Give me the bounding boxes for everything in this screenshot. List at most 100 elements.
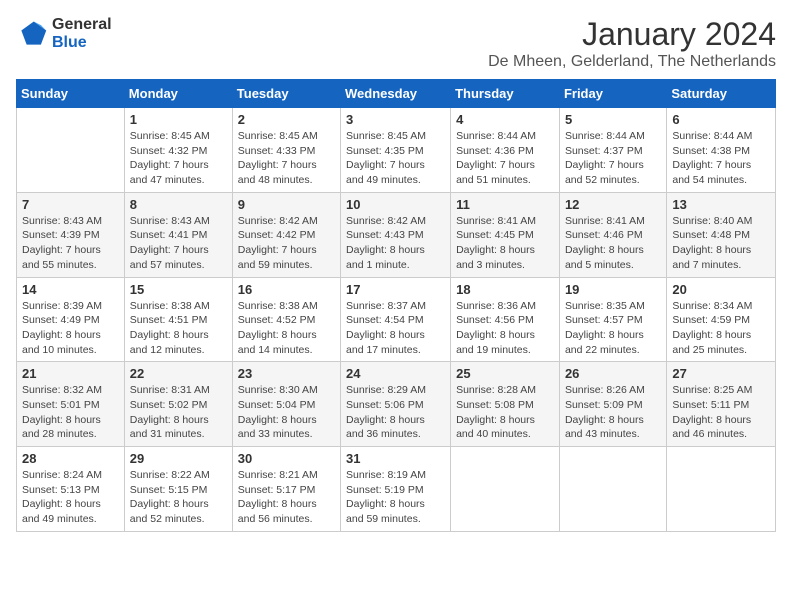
day-detail: Sunrise: 8:32 AMSunset: 5:01 PMDaylight:… <box>22 383 119 442</box>
day-number: 18 <box>456 282 554 297</box>
day-detail: Sunrise: 8:45 AMSunset: 4:35 PMDaylight:… <box>346 129 445 188</box>
day-cell: 17 Sunrise: 8:37 AMSunset: 4:54 PMDayligh… <box>341 277 451 362</box>
day-cell: 11 Sunrise: 8:41 AMSunset: 4:45 PMDayligh… <box>451 192 560 277</box>
day-number: 3 <box>346 112 445 127</box>
day-number: 17 <box>346 282 445 297</box>
day-detail: Sunrise: 8:29 AMSunset: 5:06 PMDaylight:… <box>346 383 445 442</box>
day-cell: 24 Sunrise: 8:29 AMSunset: 5:06 PMDayligh… <box>341 362 451 447</box>
day-detail: Sunrise: 8:45 AMSunset: 4:32 PMDaylight:… <box>130 129 227 188</box>
day-detail: Sunrise: 8:36 AMSunset: 4:56 PMDaylight:… <box>456 299 554 358</box>
day-number: 5 <box>565 112 661 127</box>
day-cell: 26 Sunrise: 8:26 AMSunset: 5:09 PMDayligh… <box>559 362 666 447</box>
day-cell: 13Sunrise: 8:40 AMSunset: 4:48 PMDayligh… <box>667 192 776 277</box>
day-cell: 31 Sunrise: 8:19 AMSunset: 5:19 PMDayligh… <box>341 447 451 532</box>
day-detail: Sunrise: 8:19 AMSunset: 5:19 PMDaylight:… <box>346 468 445 527</box>
day-detail: Sunrise: 8:28 AMSunset: 5:08 PMDaylight:… <box>456 383 554 442</box>
day-detail: Sunrise: 8:41 AMSunset: 4:45 PMDaylight:… <box>456 214 554 273</box>
day-detail: Sunrise: 8:25 AMSunset: 5:11 PMDaylight:… <box>672 383 770 442</box>
weekday-header-monday: Monday <box>124 80 232 108</box>
day-number: 4 <box>456 112 554 127</box>
day-number: 16 <box>238 282 335 297</box>
day-detail: Sunrise: 8:45 AMSunset: 4:33 PMDaylight:… <box>238 129 335 188</box>
day-detail: Sunrise: 8:37 AMSunset: 4:54 PMDaylight:… <box>346 299 445 358</box>
day-detail: Sunrise: 8:22 AMSunset: 5:15 PMDaylight:… <box>130 468 227 527</box>
day-cell: 15 Sunrise: 8:38 AMSunset: 4:51 PMDayligh… <box>124 277 232 362</box>
day-number: 24 <box>346 366 445 381</box>
day-cell: 18 Sunrise: 8:36 AMSunset: 4:56 PMDayligh… <box>451 277 560 362</box>
day-detail: Sunrise: 8:39 AMSunset: 4:49 PMDaylight:… <box>22 299 119 358</box>
day-detail: Sunrise: 8:31 AMSunset: 5:02 PMDaylight:… <box>130 383 227 442</box>
weekday-header-thursday: Thursday <box>451 80 560 108</box>
day-number: 2 <box>238 112 335 127</box>
day-number: 15 <box>130 282 227 297</box>
week-row-1: 1 Sunrise: 8:45 AMSunset: 4:32 PMDaylight… <box>17 108 776 193</box>
weekday-header-friday: Friday <box>559 80 666 108</box>
week-row-5: 28 Sunrise: 8:24 AMSunset: 5:13 PMDayligh… <box>17 447 776 532</box>
day-detail: Sunrise: 8:43 AMSunset: 4:39 PMDaylight:… <box>22 214 119 273</box>
day-number: 19 <box>565 282 661 297</box>
day-cell: 21Sunrise: 8:32 AMSunset: 5:01 PMDayligh… <box>17 362 125 447</box>
day-detail: Sunrise: 8:38 AMSunset: 4:51 PMDaylight:… <box>130 299 227 358</box>
logo-icon <box>16 18 48 50</box>
day-detail: Sunrise: 8:26 AMSunset: 5:09 PMDaylight:… <box>565 383 661 442</box>
day-detail: Sunrise: 8:41 AMSunset: 4:46 PMDaylight:… <box>565 214 661 273</box>
day-cell: 19 Sunrise: 8:35 AMSunset: 4:57 PMDayligh… <box>559 277 666 362</box>
day-cell <box>559 447 666 532</box>
day-detail: Sunrise: 8:21 AMSunset: 5:17 PMDaylight:… <box>238 468 335 527</box>
day-cell <box>667 447 776 532</box>
day-cell: 12 Sunrise: 8:41 AMSunset: 4:46 PMDayligh… <box>559 192 666 277</box>
logo-text: General Blue <box>52 16 112 51</box>
subtitle: De Mheen, Gelderland, The Netherlands <box>488 53 776 71</box>
day-cell: 14 Sunrise: 8:39 AMSunset: 4:49 PMDayligh… <box>17 277 125 362</box>
day-detail: Sunrise: 8:35 AMSunset: 4:57 PMDaylight:… <box>565 299 661 358</box>
weekday-header-saturday: Saturday <box>667 80 776 108</box>
day-number: 29 <box>130 451 227 466</box>
weekday-header-row: SundayMondayTuesdayWednesdayThursdayFrid… <box>17 80 776 108</box>
title-section: January 2024 De Mheen, Gelderland, The N… <box>488 16 776 71</box>
day-detail: Sunrise: 8:42 AMSunset: 4:43 PMDaylight:… <box>346 214 445 273</box>
day-cell: 29 Sunrise: 8:22 AMSunset: 5:15 PMDayligh… <box>124 447 232 532</box>
day-cell <box>451 447 560 532</box>
week-row-2: 7 Sunrise: 8:43 AMSunset: 4:39 PMDaylight… <box>17 192 776 277</box>
day-cell: 27 Sunrise: 8:25 AMSunset: 5:11 PMDayligh… <box>667 362 776 447</box>
day-number: 11 <box>456 197 554 212</box>
day-number: 23 <box>238 366 335 381</box>
day-cell: 5 Sunrise: 8:44 AMSunset: 4:37 PMDaylight… <box>559 108 666 193</box>
day-detail: Sunrise: 8:44 AMSunset: 4:36 PMDaylight:… <box>456 129 554 188</box>
day-number: 27 <box>672 366 770 381</box>
day-detail: Sunrise: 8:24 AMSunset: 5:13 PMDaylight:… <box>22 468 119 527</box>
day-number: 8 <box>130 197 227 212</box>
day-number: 28 <box>22 451 119 466</box>
day-detail: Sunrise: 8:40 AMSunset: 4:48 PMDaylight:… <box>672 214 770 273</box>
day-cell: 2 Sunrise: 8:45 AMSunset: 4:33 PMDaylight… <box>232 108 340 193</box>
day-number: 10 <box>346 197 445 212</box>
day-number: 20 <box>672 282 770 297</box>
day-number: 30 <box>238 451 335 466</box>
day-number: 12 <box>565 197 661 212</box>
week-row-3: 14 Sunrise: 8:39 AMSunset: 4:49 PMDayligh… <box>17 277 776 362</box>
weekday-header-tuesday: Tuesday <box>232 80 340 108</box>
day-cell: 8 Sunrise: 8:43 AMSunset: 4:41 PMDaylight… <box>124 192 232 277</box>
day-number: 7 <box>22 197 119 212</box>
main-title: January 2024 <box>488 16 776 53</box>
calendar-table: SundayMondayTuesdayWednesdayThursdayFrid… <box>16 79 776 532</box>
day-detail: Sunrise: 8:42 AMSunset: 4:42 PMDaylight:… <box>238 214 335 273</box>
day-cell: 1 Sunrise: 8:45 AMSunset: 4:32 PMDaylight… <box>124 108 232 193</box>
day-cell: 9Sunrise: 8:42 AMSunset: 4:42 PMDaylight… <box>232 192 340 277</box>
day-number: 14 <box>22 282 119 297</box>
day-detail: Sunrise: 8:44 AMSunset: 4:37 PMDaylight:… <box>565 129 661 188</box>
weekday-header-wednesday: Wednesday <box>341 80 451 108</box>
weekday-header-sunday: Sunday <box>17 80 125 108</box>
day-number: 26 <box>565 366 661 381</box>
day-detail: Sunrise: 8:43 AMSunset: 4:41 PMDaylight:… <box>130 214 227 273</box>
day-detail: Sunrise: 8:30 AMSunset: 5:04 PMDaylight:… <box>238 383 335 442</box>
day-number: 6 <box>672 112 770 127</box>
day-cell: 20Sunrise: 8:34 AMSunset: 4:59 PMDayligh… <box>667 277 776 362</box>
day-detail: Sunrise: 8:44 AMSunset: 4:38 PMDaylight:… <box>672 129 770 188</box>
day-number: 31 <box>346 451 445 466</box>
day-number: 1 <box>130 112 227 127</box>
week-row-4: 21Sunrise: 8:32 AMSunset: 5:01 PMDayligh… <box>17 362 776 447</box>
logo: General Blue <box>16 16 112 51</box>
day-detail: Sunrise: 8:38 AMSunset: 4:52 PMDaylight:… <box>238 299 335 358</box>
header: General Blue January 2024 De Mheen, Geld… <box>16 16 776 71</box>
